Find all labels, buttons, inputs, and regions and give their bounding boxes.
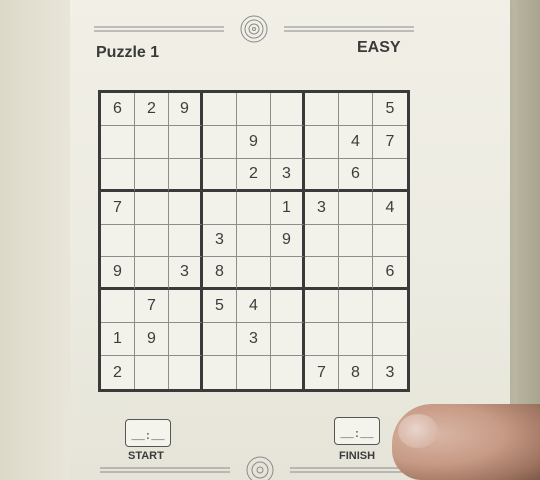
sudoku-cell[interactable]: 3 [271,158,305,192]
sudoku-cell[interactable] [135,224,169,258]
sudoku-cell[interactable] [101,125,135,159]
sudoku-cell[interactable]: 2 [135,93,169,126]
bottom-ornament [100,456,420,480]
sudoku-cell[interactable] [271,125,305,159]
sudoku-cell[interactable] [203,323,237,357]
sudoku-cell[interactable] [271,323,305,357]
sudoku-cell[interactable] [305,290,339,324]
sudoku-cell[interactable] [305,224,339,258]
sudoku-cell[interactable] [237,356,271,389]
paper-margin [0,0,72,480]
sudoku-cell[interactable]: 4 [237,290,271,324]
sudoku-cell[interactable]: 7 [101,191,135,225]
sudoku-cell[interactable] [339,191,373,225]
sudoku-cell[interactable] [169,224,203,258]
sudoku-cell[interactable] [237,191,271,225]
sudoku-cell[interactable] [373,225,407,258]
sudoku-cell[interactable]: 9 [271,224,305,258]
sudoku-cell[interactable] [135,257,169,291]
sudoku-cell[interactable] [373,159,407,192]
sudoku-cell[interactable]: 2 [101,356,135,389]
sudoku-cell[interactable]: 4 [373,192,407,225]
sudoku-cell[interactable] [305,93,339,126]
sudoku-cell[interactable] [305,257,339,291]
sudoku-cell[interactable]: 5 [373,93,407,126]
sudoku-cell[interactable]: 1 [101,323,135,357]
sudoku-cell[interactable]: 9 [101,257,135,291]
sudoku-cell[interactable]: 6 [373,257,407,291]
sudoku-cell[interactable]: 4 [339,125,373,159]
sudoku-cell[interactable] [169,191,203,225]
sudoku-cell[interactable] [305,158,339,192]
sudoku-cell[interactable] [203,158,237,192]
sudoku-cell[interactable] [101,158,135,192]
sudoku-cell[interactable]: 6 [101,93,135,126]
sudoku-cell[interactable]: 3 [305,191,339,225]
sudoku-cell[interactable] [101,290,135,324]
sudoku-cell[interactable] [203,356,237,389]
sudoku-cell[interactable] [373,290,407,324]
sudoku-cell[interactable] [271,93,305,126]
sudoku-cell[interactable] [169,125,203,159]
sudoku-cell[interactable] [339,257,373,291]
sudoku-cell[interactable]: 3 [237,323,271,357]
sudoku-cell[interactable] [305,323,339,357]
sudoku-cell[interactable] [135,191,169,225]
sudoku-cell[interactable] [169,323,203,357]
sudoku-cell[interactable] [135,158,169,192]
sudoku-cell[interactable] [339,224,373,258]
sudoku-cell[interactable] [203,191,237,225]
sudoku-cell[interactable]: 5 [203,290,237,324]
sudoku-cell[interactable] [237,224,271,258]
sudoku-cell[interactable] [237,257,271,291]
sudoku-cell[interactable]: 9 [237,125,271,159]
sudoku-cell[interactable] [339,93,373,126]
sudoku-cell[interactable] [203,125,237,159]
sudoku-cell[interactable] [373,323,407,357]
sudoku-cell[interactable]: 8 [339,356,373,389]
sudoku-cell[interactable] [339,290,373,324]
sudoku-cell[interactable]: 2 [237,158,271,192]
sudoku-cell[interactable] [305,125,339,159]
sudoku-cell[interactable]: 7 [305,356,339,389]
sudoku-grid: 629594723671343993867541932783 [98,90,410,392]
sudoku-cell[interactable] [339,323,373,357]
sudoku-cell[interactable] [135,125,169,159]
sudoku-cell[interactable]: 3 [169,257,203,291]
start-time-box[interactable]: __:__ [125,419,171,447]
sudoku-cell[interactable]: 3 [203,224,237,258]
sudoku-cell[interactable] [271,257,305,291]
sudoku-cell[interactable]: 7 [135,290,169,324]
sudoku-cell[interactable]: 8 [203,257,237,291]
sudoku-cell[interactable]: 3 [373,356,407,389]
sudoku-cell[interactable] [169,290,203,324]
finish-time-box[interactable]: __:__ [334,417,380,445]
sudoku-cell[interactable] [169,158,203,192]
difficulty-label: EASY [357,39,401,56]
sudoku-cell[interactable]: 9 [169,93,203,126]
sudoku-cell[interactable] [203,93,237,126]
fingernail [398,414,438,448]
sudoku-cell[interactable] [169,356,203,389]
sudoku-cell[interactable]: 1 [271,191,305,225]
sudoku-cell[interactable] [135,356,169,389]
sudoku-cell[interactable] [271,356,305,389]
sudoku-cell[interactable] [271,290,305,324]
sudoku-cell[interactable] [101,224,135,258]
sudoku-cell[interactable]: 6 [339,158,373,192]
puzzle-title: Puzzle 1 [96,44,160,61]
sudoku-cell[interactable] [237,93,271,126]
sudoku-cell[interactable]: 7 [373,126,407,159]
sudoku-cell[interactable]: 9 [135,323,169,357]
